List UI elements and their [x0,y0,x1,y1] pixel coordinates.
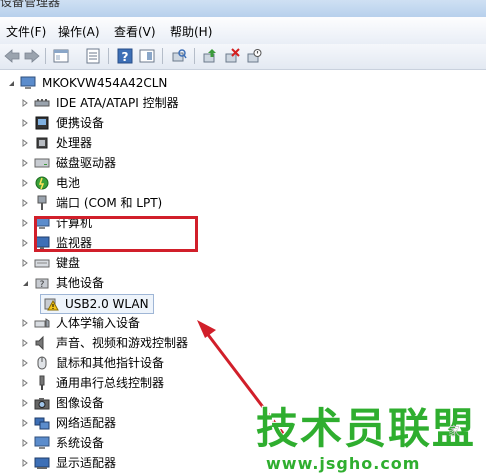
watermark-url: www.jsgho.com [266,454,421,473]
watermark: 技术员联盟 家 www.jsgho.com [256,404,482,474]
watermark-logo-text: 技术员联盟 [256,404,477,453]
watermark-side-text: 家 [448,424,461,438]
